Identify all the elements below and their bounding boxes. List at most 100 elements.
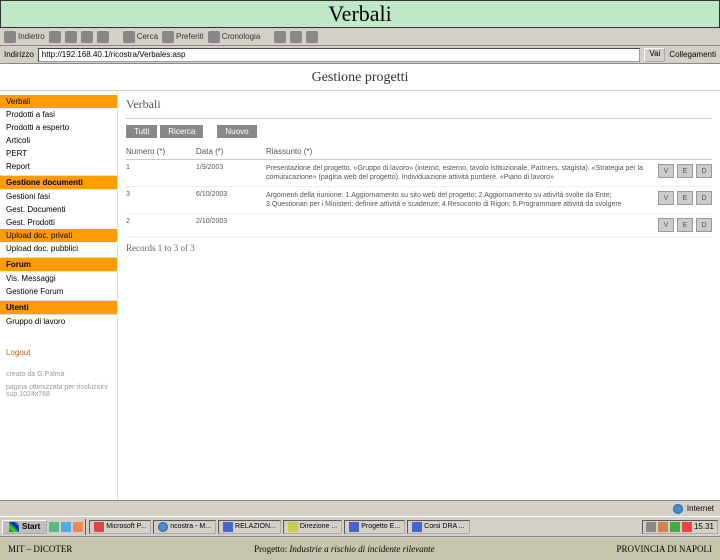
sidebar-header-utenti: Utenti bbox=[0, 300, 117, 315]
sidebar-item-articoli[interactable]: Articoli bbox=[0, 134, 117, 147]
tab-nuovo[interactable]: Nuovo bbox=[217, 125, 256, 138]
status-bar: Internet bbox=[0, 500, 720, 516]
records-count: Records 1 to 3 of 3 bbox=[126, 237, 712, 259]
toolbar-print[interactable] bbox=[290, 31, 302, 43]
col-header-riassunto[interactable]: Riassunto (*) bbox=[266, 147, 652, 156]
address-bar: Indirizzo Vai Collegamenti bbox=[0, 46, 720, 64]
tab-tutti[interactable]: Tutti bbox=[126, 125, 157, 138]
sidebar-item-gruppo-lavoro[interactable]: Gruppo di lavoro bbox=[0, 315, 117, 328]
toolbar-mail[interactable] bbox=[274, 31, 286, 43]
sidebar-item-gest-documenti[interactable]: Gest. Documenti bbox=[0, 203, 117, 216]
sidebar-item-pert[interactable]: PERT bbox=[0, 147, 117, 160]
toolbar-favorites[interactable]: Preferiti bbox=[162, 31, 204, 43]
go-button[interactable]: Vai bbox=[644, 48, 665, 62]
view-button[interactable]: V bbox=[658, 191, 674, 205]
task-item[interactable]: Direzione ... bbox=[283, 520, 342, 534]
start-button[interactable]: Start bbox=[2, 520, 47, 534]
edit-button[interactable]: E bbox=[677, 218, 693, 232]
task-item[interactable]: Microsoft P... bbox=[89, 520, 151, 534]
toolbar-back[interactable]: Indietro bbox=[4, 31, 45, 43]
tray-icon[interactable] bbox=[670, 522, 680, 532]
sidebar-credit: creato da G.Palma bbox=[6, 371, 111, 378]
app-icon bbox=[94, 522, 104, 532]
address-input[interactable] bbox=[38, 48, 641, 62]
sidebar-item-vis-messaggi[interactable]: Vis. Messaggi bbox=[0, 272, 117, 285]
table-row: 1 1/9/2003 Presentazione del progetto. «… bbox=[126, 160, 712, 187]
cell-num: 3 bbox=[126, 191, 196, 198]
task-item[interactable]: RELAZION... bbox=[218, 520, 281, 534]
sidebar-item-upload-privati[interactable]: Upload doc. privati bbox=[0, 229, 117, 242]
table-header: Numero (*) Data (*) Riassunto (*) bbox=[126, 144, 712, 160]
clock: 15.31 bbox=[694, 522, 714, 531]
app-icon bbox=[288, 522, 298, 532]
cell-date: 2/10/2003 bbox=[196, 218, 266, 225]
app-icon bbox=[223, 522, 233, 532]
cell-summary: Argomenti della riunione: 1.Aggiornament… bbox=[266, 191, 658, 209]
toolbar-history[interactable]: Cronologia bbox=[208, 31, 261, 43]
system-tray[interactable]: 15.31 bbox=[642, 520, 718, 534]
status-internet: Internet bbox=[687, 504, 714, 513]
sidebar-item-verbali[interactable]: Verbali bbox=[0, 95, 117, 108]
sidebar-item-gest-prodotti[interactable]: Gest. Prodotti bbox=[0, 216, 117, 229]
sidebar-item-gestione-forum[interactable]: Gestione Forum bbox=[0, 285, 117, 298]
page-title: Gestione progetti bbox=[0, 64, 720, 91]
sidebar-item-upload-pubblici[interactable]: Upload doc. pubblici bbox=[0, 242, 117, 255]
tray-icon[interactable] bbox=[658, 522, 668, 532]
toolbar-refresh[interactable] bbox=[81, 31, 93, 43]
sidebar-item-report[interactable]: Report bbox=[0, 160, 117, 173]
internet-icon bbox=[673, 504, 683, 514]
taskbar: Start Microsoft P... ncostra - M... RELA… bbox=[0, 516, 720, 536]
task-item[interactable]: Progetto E... bbox=[344, 520, 405, 534]
toolbar-forward[interactable] bbox=[49, 31, 61, 43]
delete-button[interactable]: D bbox=[696, 164, 712, 178]
edit-button[interactable]: E bbox=[677, 191, 693, 205]
col-header-numero[interactable]: Numero (*) bbox=[126, 147, 196, 156]
cell-date: 6/10/2003 bbox=[196, 191, 266, 198]
toolbar-edit[interactable] bbox=[306, 31, 318, 43]
sidebar-header-forum: Forum bbox=[0, 257, 117, 272]
table-row: 2 2/10/2003 V E D bbox=[126, 214, 712, 237]
sidebar-item-gestioni-fasi[interactable]: Gestioni fasi bbox=[0, 190, 117, 203]
tray-icon[interactable] bbox=[682, 522, 692, 532]
address-label: Indirizzo bbox=[4, 50, 34, 59]
toolbar-home[interactable] bbox=[97, 31, 109, 43]
cell-num: 2 bbox=[126, 218, 196, 225]
footer-right: PROVINCIA DI NAPOLI bbox=[616, 544, 712, 554]
footer-left: MIT – DICOTER bbox=[8, 544, 72, 554]
slide-title: Verbali bbox=[0, 0, 720, 28]
app-icon bbox=[158, 522, 168, 532]
table-row: 3 6/10/2003 Argomenti della riunione: 1.… bbox=[126, 187, 712, 214]
cell-date: 1/9/2003 bbox=[196, 164, 266, 171]
delete-button[interactable]: D bbox=[696, 191, 712, 205]
col-header-data[interactable]: Data (*) bbox=[196, 147, 266, 156]
quick-launch-icon[interactable] bbox=[61, 522, 71, 532]
footer-center: Progetto: Industrie a rischio di inciden… bbox=[254, 544, 434, 554]
toolbar-stop[interactable] bbox=[65, 31, 77, 43]
delete-button[interactable]: D bbox=[696, 218, 712, 232]
app-icon bbox=[349, 522, 359, 532]
quick-launch-icon[interactable] bbox=[73, 522, 83, 532]
section-title: Verbali bbox=[126, 95, 712, 119]
sidebar-optim: pagina ottimizzata per risoluzioni sup.1… bbox=[6, 384, 111, 398]
main-panel: Verbali Tutti Ricerca Nuovo Numero (*) D… bbox=[118, 91, 720, 500]
app-icon bbox=[412, 522, 422, 532]
tab-ricerca[interactable]: Ricerca bbox=[160, 125, 203, 138]
quick-launch-icon[interactable] bbox=[49, 522, 59, 532]
sidebar-item-prodotti-esperto[interactable]: Prodotti a esperto bbox=[0, 121, 117, 134]
task-item[interactable]: Corsi DRA ... bbox=[407, 520, 469, 534]
tray-icon[interactable] bbox=[646, 522, 656, 532]
task-item[interactable]: ncostra - M... bbox=[153, 520, 216, 534]
toolbar-search[interactable]: Cerca bbox=[123, 31, 158, 43]
sidebar-item-prodotti-fasi[interactable]: Prodotti a fasi bbox=[0, 108, 117, 121]
sidebar: Verbali Prodotti a fasi Prodotti a esper… bbox=[0, 91, 118, 500]
sidebar-header-docs: Gestione documenti bbox=[0, 175, 117, 190]
edit-button[interactable]: E bbox=[677, 164, 693, 178]
links-label[interactable]: Collegamenti bbox=[669, 50, 716, 59]
cell-num: 1 bbox=[126, 164, 196, 171]
windows-icon bbox=[9, 522, 19, 532]
sidebar-logout[interactable]: Logout bbox=[0, 346, 117, 359]
browser-toolbar: Indietro Cerca Preferiti Cronologia bbox=[0, 28, 720, 46]
view-button[interactable]: V bbox=[658, 218, 674, 232]
view-button[interactable]: V bbox=[658, 164, 674, 178]
cell-summary: Presentazione del progetto. «Gruppo di l… bbox=[266, 164, 658, 182]
